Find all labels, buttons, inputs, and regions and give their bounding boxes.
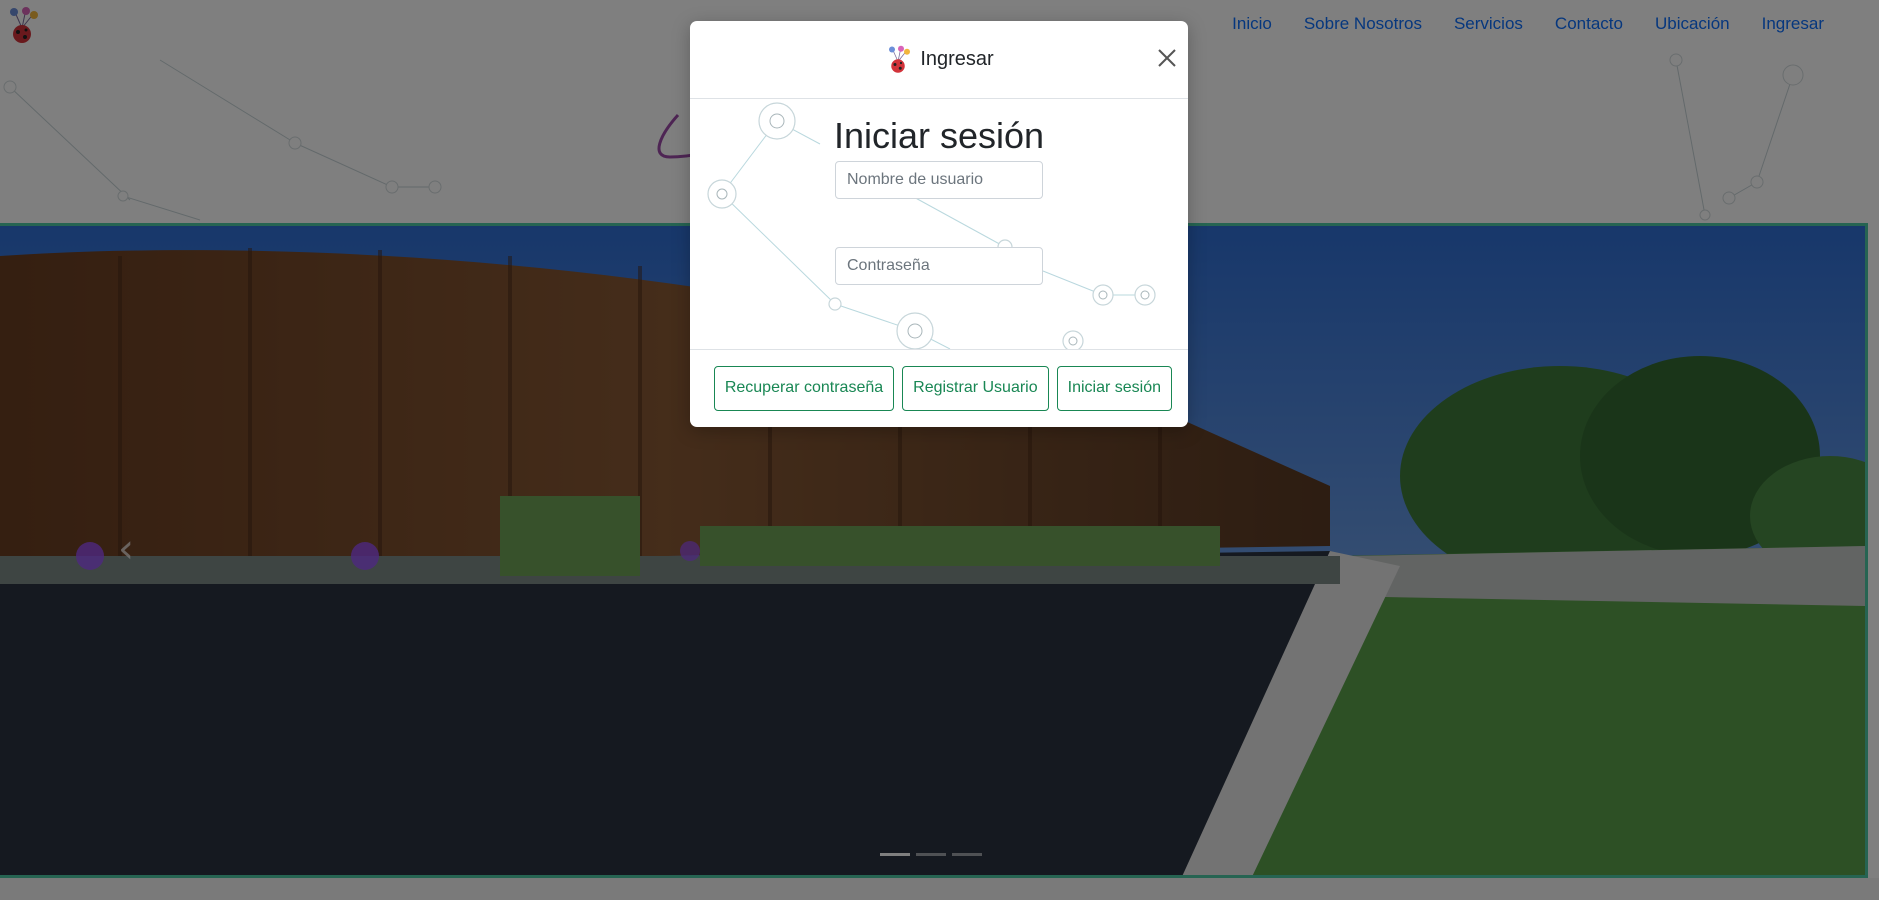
login-modal: Ingresar Iniciar sesión Nombre de usuari… <box>690 21 1188 427</box>
modal-title: Ingresar <box>920 48 994 70</box>
password-input[interactable] <box>835 247 1043 285</box>
form-heading: Iniciar sesión <box>833 115 1045 156</box>
modal-footer: Recuperar contraseña Registrar Usuario I… <box>690 349 1188 427</box>
register-user-button[interactable]: Registrar Usuario <box>902 365 1049 411</box>
login-button[interactable]: Iniciar sesión <box>1056 365 1172 411</box>
modal-header: Ingresar <box>690 21 1188 99</box>
close-icon <box>1158 49 1176 67</box>
modal-body: Iniciar sesión <box>690 99 1188 350</box>
username-input[interactable] <box>835 161 1043 199</box>
close-button[interactable] <box>1154 45 1180 71</box>
recover-password-button[interactable]: Recuperar contraseña <box>713 365 895 411</box>
balloons-ladybug-logo-icon <box>889 45 911 73</box>
